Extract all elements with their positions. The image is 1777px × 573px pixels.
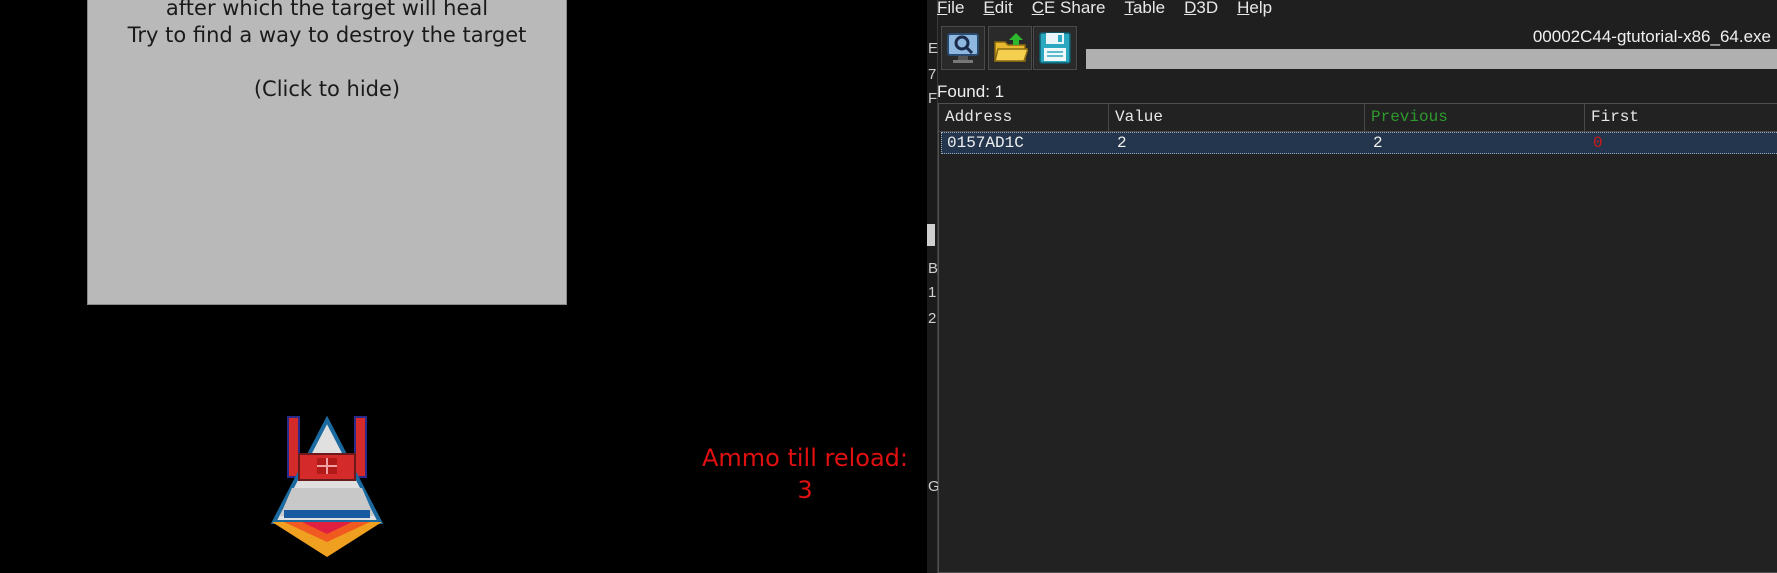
computer-search-icon [947,33,979,63]
menu-file[interactable]: File [937,0,964,18]
menu-edit[interactable]: Edit [983,0,1012,18]
column-first[interactable]: First [1585,104,1777,131]
save-button[interactable] [1033,26,1077,70]
open-folder-icon [994,33,1028,62]
strip-char: 2 [928,310,937,327]
menu-table[interactable]: Table [1124,0,1165,18]
scan-progress-bar [1086,49,1777,69]
cell-previous: 2 [1373,134,1383,152]
open-file-button[interactable] [988,26,1032,70]
table-header: Address Value Previous First [939,104,1777,132]
strip-char: B [928,260,939,277]
strip-char: F [928,90,938,107]
scan-results-table[interactable]: Address Value Previous First 0157AD1C 2 … [938,103,1777,573]
column-previous[interactable]: Previous [1365,104,1585,131]
info-line-2: Try to find a way to destroy the target [127,23,527,47]
strip-char: 7 [928,66,937,83]
ammo-counter: Ammo till reload: 3 [680,442,930,506]
menu-ce-share[interactable]: CE Share [1032,0,1106,18]
cell-address: 0157AD1C [947,134,1024,152]
game-window: after which the target will heal Try to … [0,0,927,573]
cell-value: 2 [1117,134,1127,152]
menu-d3d[interactable]: D3D [1184,0,1218,18]
found-count: Found: 1 [937,82,1005,101]
player-ship-icon [270,415,384,557]
splitter-grip[interactable] [927,224,935,246]
column-address[interactable]: Address [939,104,1109,131]
select-process-button[interactable] [941,26,985,70]
menu-bar: File Edit CE Share Table D3D Help [937,0,1291,18]
floppy-save-icon [1039,32,1071,64]
strip-char: 1 [928,284,937,301]
click-to-hide-text[interactable]: (Click to hide) [88,76,566,103]
column-value[interactable]: Value [1109,104,1365,131]
cheat-engine-window: E 7 F B 1 2 G File Edit CE Share Table D… [927,0,1777,573]
ammo-label: Ammo till reload: [701,444,908,472]
info-line-1: after which the target will heal [165,0,489,20]
strip-char: E [928,40,939,57]
cell-first: 0 [1593,134,1603,152]
ammo-value: 3 [797,476,813,504]
menu-help[interactable]: Help [1237,0,1272,18]
info-panel[interactable]: after which the target will heal Try to … [87,0,567,305]
process-title: 00002C44-gtutorial-x86_64.exe [1532,27,1771,46]
table-row[interactable]: 0157AD1C 2 2 0 [941,132,1777,154]
